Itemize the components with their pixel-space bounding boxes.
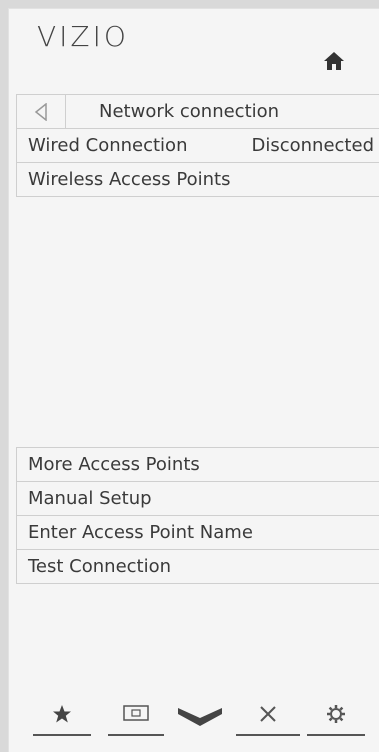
- star-icon: [33, 704, 91, 728]
- vizio-menu-button[interactable]: [172, 700, 228, 736]
- input-icon: [108, 704, 164, 726]
- menu-item-value: Disconnected: [251, 135, 375, 156]
- menu-item-wired-connection[interactable]: Wired Connection Disconnected: [17, 129, 379, 163]
- menu-item-label: Enter Access Point Name: [28, 522, 253, 543]
- bottom-nav: [0, 700, 379, 740]
- menu-header: Network connection: [17, 95, 379, 129]
- input-button[interactable]: [108, 700, 164, 736]
- menu-item-wireless-access-points[interactable]: Wireless Access Points: [17, 163, 379, 197]
- settings-button[interactable]: [307, 700, 365, 736]
- home-icon[interactable]: [323, 50, 345, 72]
- nav-underline: [307, 734, 365, 736]
- back-button[interactable]: [17, 95, 66, 128]
- close-icon: [236, 704, 300, 728]
- menu-item-manual-setup[interactable]: Manual Setup: [17, 482, 379, 516]
- menu-item-label: Wired Connection: [28, 135, 188, 156]
- menu-item-label: Wireless Access Points: [28, 169, 231, 190]
- menu-item-more-access-points[interactable]: More Access Points: [17, 448, 379, 482]
- nav-underline: [33, 734, 91, 736]
- close-button[interactable]: [236, 700, 300, 736]
- gear-icon: [307, 704, 365, 728]
- menu-item-test-connection[interactable]: Test Connection: [17, 550, 379, 584]
- favorites-button[interactable]: [33, 700, 91, 736]
- menu-item-label: Test Connection: [28, 556, 172, 577]
- back-arrow-icon: [34, 103, 47, 121]
- menu-item-enter-access-point-name[interactable]: Enter Access Point Name: [17, 516, 379, 550]
- nav-underline: [236, 734, 300, 736]
- menu-item-label: More Access Points: [28, 454, 200, 475]
- page-title: Network connection: [99, 101, 280, 122]
- network-menu: Network connection Wired Connection Disc…: [16, 94, 379, 197]
- chevron-down-icon: [172, 704, 228, 734]
- access-point-menu: More Access Points Manual Setup Enter Ac…: [16, 447, 379, 584]
- vizio-logo: VIZIO: [37, 20, 129, 53]
- nav-underline: [108, 734, 164, 736]
- menu-item-label: Manual Setup: [28, 488, 152, 509]
